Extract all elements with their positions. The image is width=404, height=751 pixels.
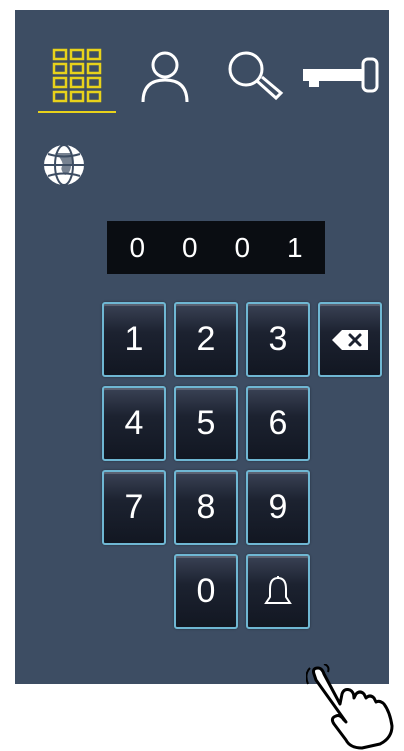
key-1[interactable]: 1 <box>102 302 166 377</box>
keypad-icon[interactable] <box>52 48 102 104</box>
key-0[interactable]: 0 <box>174 554 238 629</box>
tap-hand-icon <box>306 664 394 750</box>
key-7[interactable]: 7 <box>102 470 166 545</box>
display-digit: 0 <box>181 231 198 263</box>
key-5[interactable]: 5 <box>174 386 238 461</box>
key-icon[interactable] <box>301 57 379 93</box>
display-digit: 1 <box>286 231 303 263</box>
search-icon[interactable] <box>226 50 284 102</box>
backspace-icon <box>332 329 368 350</box>
key-8[interactable]: 8 <box>174 470 238 545</box>
globe-icon[interactable] <box>41 143 87 187</box>
display-digit: 0 <box>129 231 146 263</box>
backspace-button[interactable] <box>318 302 382 377</box>
key-4[interactable]: 4 <box>102 386 166 461</box>
key-2[interactable]: 2 <box>174 302 238 377</box>
user-icon[interactable] <box>140 50 190 104</box>
call-button[interactable] <box>246 554 310 629</box>
key-9[interactable]: 9 <box>246 470 310 545</box>
key-6[interactable]: 6 <box>246 386 310 461</box>
active-tab-indicator <box>38 111 116 113</box>
bell-icon <box>264 575 292 604</box>
key-3[interactable]: 3 <box>246 302 310 377</box>
code-display: 0 0 0 1 <box>107 221 325 274</box>
display-digit: 0 <box>234 231 251 263</box>
